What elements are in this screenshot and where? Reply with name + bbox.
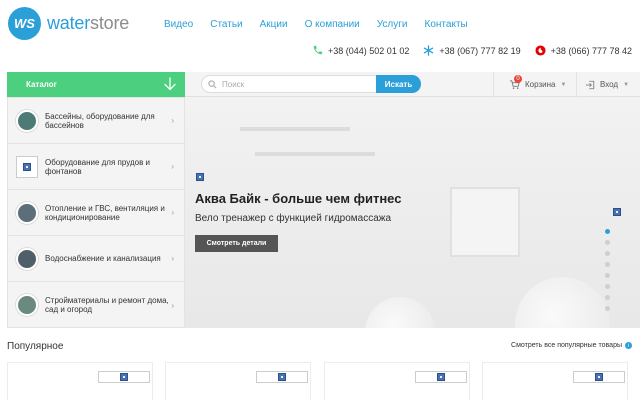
chevron-right-icon: › [171, 300, 174, 310]
category-building-materials[interactable]: Стройматериалы и ремонт дома, сад и огор… [8, 282, 184, 328]
hero-background-ball [515, 277, 610, 328]
catalog-button[interactable]: Каталог [7, 72, 185, 97]
category-label: Стройматериалы и ремонт дома, сад и огор… [45, 296, 169, 314]
slider-pagination [605, 229, 610, 311]
slider-dot[interactable] [605, 284, 610, 289]
nav-promotions[interactable]: Акции [260, 19, 288, 30]
broken-image-icon [16, 155, 38, 178]
broken-image-icon [573, 371, 625, 383]
cart-count-badge: 0 [514, 75, 522, 83]
broken-image-icon [98, 371, 150, 383]
info-icon[interactable]: i [625, 342, 632, 349]
kyivstar-star-icon [424, 45, 434, 56]
category-ponds[interactable]: Оборудование для прудов и фонтанов › [8, 144, 184, 190]
broken-image-icon [256, 371, 308, 383]
phone-number: +38 (044) 502 01 02 [328, 45, 410, 56]
vodafone-icon [535, 45, 546, 56]
product-card[interactable] [165, 362, 311, 400]
nav-articles[interactable]: Статьи [210, 19, 242, 30]
chevron-right-icon: › [171, 208, 174, 217]
phone-kyivstar-line[interactable]: +38 (044) 502 01 02 [312, 45, 409, 56]
chevron-down-icon: ▼ [560, 81, 567, 88]
category-heating[interactable]: Отопление и ГВС, вентиляция и кондициони… [8, 190, 184, 236]
category-label: Бассейны, оборудование для бассейнов [45, 111, 155, 130]
pool-category-image [16, 109, 38, 132]
water-supply-category-image [16, 247, 38, 270]
view-details-button[interactable]: Смотреть детали [195, 235, 278, 252]
hero-background-ball [365, 297, 435, 328]
catalog-label: Каталог [26, 80, 57, 89]
phone-list: +38 (044) 502 01 02 +38 (067) 777 82 19 … [312, 45, 632, 56]
search-input[interactable]: Поиск [201, 75, 377, 93]
nav-contacts[interactable]: Контакты [425, 19, 468, 30]
product-card[interactable] [324, 362, 470, 400]
nav-video[interactable]: Видео [164, 19, 193, 30]
chevron-right-icon: › [171, 254, 174, 263]
login-button[interactable]: Вход ▼ [576, 72, 640, 97]
phone-number: +38 (067) 777 82 19 [439, 45, 521, 56]
cart-label: Корзина [525, 80, 556, 89]
top-navigation: Видео Статьи Акции О компании Услуги Кон… [164, 19, 485, 30]
broken-image-icon [415, 371, 467, 383]
chevron-right-icon: › [171, 162, 174, 171]
category-water-supply[interactable]: Водоснабжение и канализация › [8, 236, 184, 282]
heating-category-image [16, 201, 38, 224]
slider-dot[interactable] [605, 262, 610, 267]
hero-title: Аква Байк - больше чем фитнес [195, 191, 402, 206]
logo-text: waterstore [47, 13, 129, 34]
product-card[interactable] [7, 362, 153, 400]
cart-button[interactable]: 0 Корзина ▼ [493, 72, 576, 97]
hero-background-shelf [255, 152, 375, 156]
phone-handset-icon [313, 45, 323, 55]
login-label: Вход [600, 80, 619, 89]
category-pools[interactable]: Бассейны, оборудование для бассейнов › [8, 98, 184, 144]
phone-kyivstar-mobile[interactable]: +38 (067) 777 82 19 [423, 45, 521, 56]
slider-dot[interactable] [605, 306, 610, 311]
arrow-down-icon [164, 77, 176, 91]
login-icon [585, 80, 595, 89]
category-sidebar: Бассейны, оборудование для бассейнов › О… [7, 97, 185, 328]
hero-background-shelf [240, 127, 350, 131]
hero-slider: Аква Байк - больше чем фитнес Вело трена… [185, 97, 640, 328]
view-all-popular-link[interactable]: Смотреть все популярные товары [511, 342, 622, 349]
broken-image-icon [613, 208, 622, 217]
logo-text-part1: water [47, 13, 91, 33]
slider-dot[interactable] [605, 229, 610, 234]
nav-about[interactable]: О компании [305, 19, 360, 30]
broken-image-icon [196, 173, 205, 182]
logo-mark: WS [8, 7, 41, 40]
slider-dot[interactable] [605, 273, 610, 278]
phone-number: +38 (066) 777 78 42 [550, 45, 632, 56]
search-bar: Поиск Искать 0 Корзина ▼ Вход ▼ [185, 72, 640, 97]
category-label: Водоснабжение и канализация [45, 254, 161, 263]
building-category-image [16, 294, 38, 316]
chevron-right-icon: › [171, 116, 174, 125]
logo-text-part2: store [90, 13, 130, 33]
phone-vodafone[interactable]: +38 (066) 777 78 42 [535, 45, 632, 56]
search-placeholder: Поиск [222, 79, 245, 89]
category-label: Оборудование для прудов и фонтанов [45, 157, 151, 176]
search-button[interactable]: Искать [376, 75, 421, 93]
slider-dot[interactable] [605, 295, 610, 300]
chevron-down-icon: ▼ [623, 81, 630, 88]
category-label: Отопление и ГВС, вентиляция и кондициони… [45, 203, 165, 222]
product-card[interactable] [482, 362, 628, 400]
slider-dot[interactable] [605, 240, 610, 245]
logo[interactable]: WS waterstore [8, 7, 129, 40]
popular-section-title: Популярное [7, 341, 64, 352]
slider-dot[interactable] [605, 251, 610, 256]
search-icon [208, 80, 217, 89]
hero-background-panel [450, 187, 520, 257]
hero-subtitle: Вело тренажер с функцией гидромассажа [195, 213, 392, 224]
nav-services[interactable]: Услуги [377, 19, 408, 30]
